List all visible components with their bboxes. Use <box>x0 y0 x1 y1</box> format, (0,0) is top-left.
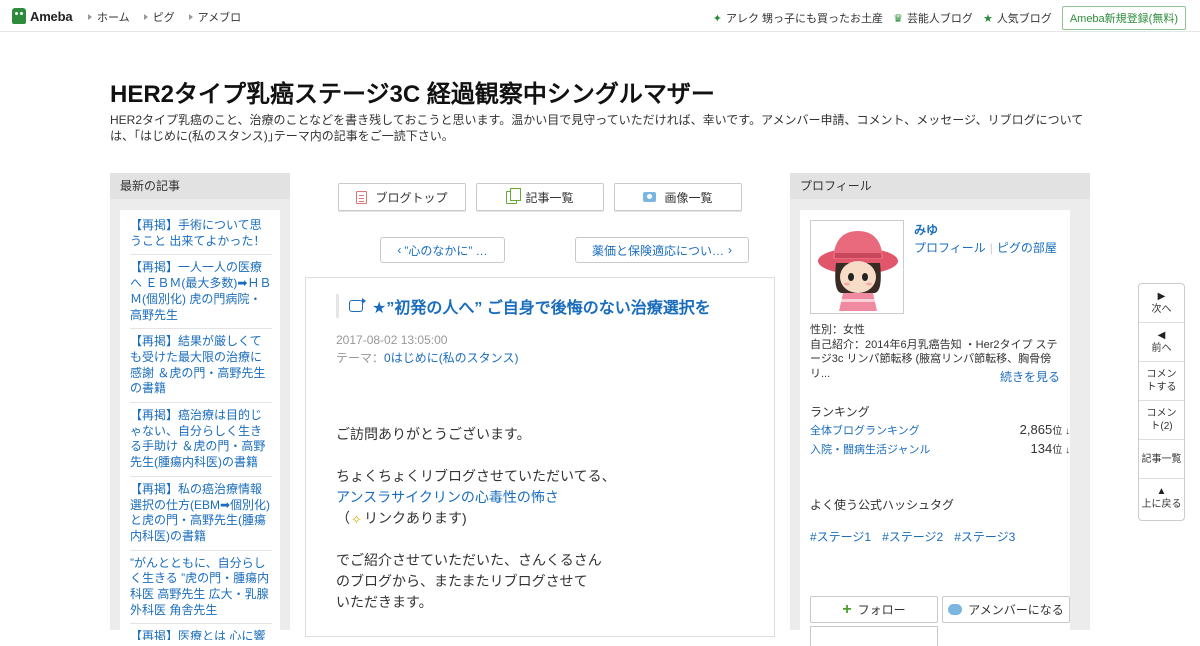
follow-button[interactable]: + フォロー <box>810 596 938 623</box>
triangle-right-icon <box>143 14 148 20</box>
hashtag-list: #ステージ1 #ステージ2 #ステージ3 <box>810 528 1026 545</box>
article-title-wrap: ★”初発の人へ” ご自身で後悔のない治療選択を <box>336 294 756 318</box>
recent-post-item[interactable]: 【再掲】一人一人の医療へ ＥＢＭ(最大多数)➡ＨＢＭ(個別化) 虎の門病院・高野… <box>130 260 272 330</box>
recent-post-item[interactable]: 【再掲】医療とは 心に響く <box>130 629 272 640</box>
top-nav: ホーム ピグ アメブロ <box>88 9 255 25</box>
ranking-label[interactable]: 全体ブログランキング <box>810 422 920 438</box>
celebrity-blog-link[interactable]: ♛ 芸能人ブログ <box>893 10 973 26</box>
prev-post-button[interactable]: ◀ 前へ <box>1139 323 1184 362</box>
avatar[interactable] <box>810 220 904 314</box>
chevron-right-icon: › <box>728 243 732 257</box>
logo-text: Ameba <box>30 8 73 24</box>
blog-title[interactable]: HER2タイプ乳癌ステージ3C 経過観察中シングルマザー <box>110 74 715 109</box>
hashtag[interactable]: #ステージ3 <box>954 528 1015 545</box>
article-date: 2017-08-02 13:05:00 <box>336 333 448 347</box>
article: ★”初発の人へ” ご自身で後悔のない治療選択を 2017-08-02 13:05… <box>305 277 775 637</box>
body-line: ちょくちょくリブログさせていただいてる、 <box>336 468 616 484</box>
ranking-label[interactable]: 入院・闘病生活ジャンル <box>810 441 930 457</box>
ameba-logo-icon <box>12 8 26 24</box>
sparkle-icon: ✦ <box>712 12 722 25</box>
chevron-left-icon: ‹ <box>397 243 402 257</box>
pigg-room-link[interactable]: ピグの部屋 <box>997 241 1057 255</box>
body-line: ご訪問ありがとうございます。 <box>336 426 531 442</box>
recent-posts-list: 【再掲】手術について思うこと 出来てよかった！ 【再掲】一人一人の医療へ ＥＢＭ… <box>120 210 280 640</box>
post-list-button[interactable]: 記事一覧 <box>476 183 604 211</box>
next-post-button[interactable]: ▶ 次へ <box>1139 284 1184 323</box>
topic-link[interactable]: ✦ アレク 甥っ子にも買ったお土産 <box>713 10 883 26</box>
article-inline-link[interactable]: アンスラサイクリンの心毒性の怖さ <box>336 489 559 505</box>
ranking-heading: ランキング <box>810 405 870 419</box>
register-button[interactable]: Ameba新規登録(無料) <box>1061 6 1186 30</box>
ranking-row: 入院・闘病生活ジャンル 134位 ↓ <box>810 441 1070 457</box>
theme-link[interactable]: 0はじめに(私のスタンス) <box>384 351 518 365</box>
plus-icon: + <box>842 600 852 618</box>
post-list-float-button[interactable]: 記事一覧 <box>1139 440 1184 479</box>
camera-icon <box>643 192 657 202</box>
profile-heading: プロフィール <box>790 173 1090 199</box>
sparkle-emoji-icon <box>351 509 363 530</box>
back-to-top-button[interactable]: ▲ 上に戻る <box>1139 479 1184 518</box>
crown-icon: ♛ <box>893 12 903 25</box>
comments-count-button[interactable]: コメント(2) <box>1139 401 1184 440</box>
body-line: （リンクあります) <box>336 508 756 530</box>
article-theme: テーマ：0はじめに(私のスタンス) <box>336 351 519 365</box>
recent-post-item[interactable]: 【再掲】結果が厳しくても受けた最大限の治療に感謝 ＆虎の門・高野先生の書籍 <box>130 334 272 404</box>
article-title[interactable]: ★”初発の人へ” ご自身で後悔のない治療選択を <box>372 294 711 318</box>
profile-gender: 性別：女性 <box>810 324 865 336</box>
blog-top-button[interactable]: ブログトップ <box>338 183 466 211</box>
top-bar: Ameba ホーム ピグ アメブロ ✦ アレク 甥っ子にも買ったお土産 ♛ 芸能人ブ… <box>0 0 1200 32</box>
profile-card: みゆ プロフィール | ピグの部屋 性別：女性 自己紹介：2014年6月乳癌告知 ・… <box>800 210 1070 646</box>
star-icon: ★ <box>982 12 993 25</box>
amember-button[interactable]: アメンバーになる <box>942 596 1070 623</box>
chat-bubble-icon <box>948 604 963 615</box>
body-line: いただきます。 <box>336 594 433 610</box>
prev-post-link[interactable]: ‹ ”心のなかに” … <box>380 237 505 263</box>
play-left-icon: ◀ <box>1157 329 1166 341</box>
ranking-value: 2,865位 ↓ <box>1019 422 1070 437</box>
ranking-row: 全体ブログランキング 2,865位 ↓ <box>810 422 1070 438</box>
blog-description: HER2タイプ乳癌のこと、治療のことなどを書き残しておこうと思います。温かい目で… <box>110 113 1084 143</box>
play-right-icon: ▶ <box>1157 290 1166 302</box>
image-list-button[interactable]: 画像一覧 <box>614 183 742 211</box>
top-nav-home[interactable]: ホーム <box>88 9 130 25</box>
body-line: でご紹介させていただいた、さんくるさん <box>336 552 602 568</box>
body-line: のブログから、またまたリブログさせて <box>336 573 588 589</box>
recent-posts-heading: 最新の記事 <box>110 173 290 199</box>
next-post-link[interactable]: 薬価と保険適応につい… › <box>575 237 749 263</box>
recent-post-item[interactable]: 【再掲】私の癌治療情報選択の仕方(EBM➡個別化)と虎の門・高野先生(腫瘍内科医… <box>130 482 272 551</box>
ameba-logo[interactable]: Ameba <box>12 6 73 26</box>
recent-posts-sidebar: 最新の記事 【再掲】手術について思うこと 出来てよかった！ 【再掲】一人一人の医… <box>110 173 290 640</box>
profile-link[interactable]: プロフィール <box>914 241 986 255</box>
recent-post-item[interactable]: 【再掲】手術について思うこと 出来てよかった！ <box>130 218 272 256</box>
message-button[interactable] <box>810 626 938 646</box>
floating-nav: ▶ 次へ ◀ 前へ コメントする コメント(2) 記事一覧 ▲ 上に戻る <box>1138 283 1185 521</box>
popular-blog-link[interactable]: ★ 人気ブログ <box>983 10 1052 26</box>
triangle-right-icon <box>88 14 92 20</box>
triangle-up-icon: ▲ <box>1156 486 1167 497</box>
top-nav-pigg[interactable]: ピグ <box>143 9 175 25</box>
read-more-link[interactable]: 続きを見る <box>1000 368 1060 385</box>
comment-button[interactable]: コメントする <box>1139 362 1184 401</box>
profile-sidebar: プロフィール みゆ プロフィール | ピグの部屋 性別：女性 自己紹介：2014… <box>790 173 1090 646</box>
recent-post-item[interactable]: 【再掲】癌治療は目的じゃない、自分らしく生きる手助け ＆虎の門・高野先生(腫瘍内… <box>130 408 272 477</box>
hashtag-heading: よく使う公式ハッシュタグ <box>810 498 955 512</box>
ranking-value: 134位 ↓ <box>1030 441 1070 456</box>
hashtag[interactable]: #ステージ2 <box>882 528 943 545</box>
avatar-image <box>811 221 903 313</box>
profile-name[interactable]: みゆ <box>914 221 938 238</box>
reblog-icon <box>349 298 366 312</box>
top-nav-ameblo[interactable]: アメブロ <box>188 9 241 25</box>
hashtag[interactable]: #ステージ1 <box>810 528 871 545</box>
top-right-links: ✦ アレク 甥っ子にも買ったお土産 ♛ 芸能人ブログ ★ 人気ブログ Ameba新規登… <box>713 6 1186 30</box>
profile-links: プロフィール | ピグの部屋 <box>914 241 1057 255</box>
document-icon <box>356 190 368 204</box>
triangle-right-icon <box>188 14 193 20</box>
recent-post-item[interactable]: ”がんとともに、自分らしく生きる ”虎の門・腫瘍内科医 高野先生 広大・乳腺外科… <box>130 556 272 625</box>
article-body: ご訪問ありがとうございます。 ちょくちょくリブログさせていただいてる、 アンスラ… <box>336 424 756 613</box>
list-icon <box>506 187 522 204</box>
